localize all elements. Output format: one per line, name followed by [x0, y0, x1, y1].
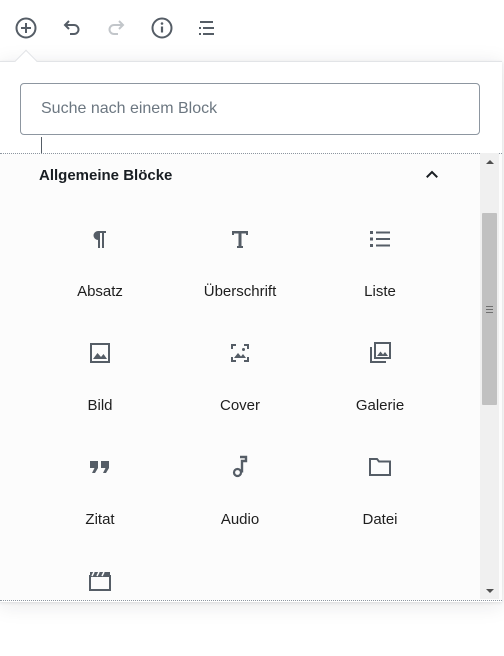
block-label: Datei [362, 511, 398, 528]
video-icon [88, 569, 112, 593]
add-block-button[interactable] [10, 12, 42, 44]
block-item-image[interactable]: Bild [30, 331, 170, 431]
block-list: Allgemeine Blöcke Absatz Überschrift Lis… [0, 153, 502, 601]
text-cursor-marker [41, 137, 42, 154]
block-item-gallery[interactable]: Galerie [310, 331, 450, 431]
undo-icon [59, 16, 83, 40]
list-icon [368, 227, 392, 251]
panel-title: Allgemeine Blöcke [39, 167, 173, 184]
editor-toolbar [0, 0, 504, 58]
block-item-paragraph[interactable]: Absatz [30, 217, 170, 317]
block-item-file[interactable]: Datei [310, 445, 450, 545]
info-icon [150, 16, 174, 40]
block-item-audio[interactable]: Audio [170, 445, 310, 545]
image-icon [88, 341, 112, 365]
chevron-up-icon[interactable] [421, 164, 443, 186]
panel-header-common-blocks[interactable]: Allgemeine Blöcke [20, 154, 470, 198]
block-label: Bild [87, 397, 113, 414]
undo-button[interactable] [55, 12, 87, 44]
scroll-up-arrow-icon[interactable] [480, 153, 499, 170]
file-icon [368, 455, 392, 479]
block-label: Zitat [85, 511, 115, 528]
block-label: Galerie [355, 397, 405, 414]
gallery-icon [368, 341, 392, 365]
block-label: Liste [364, 283, 396, 300]
block-label: Absatz [77, 283, 123, 300]
block-list-scrollbar[interactable] [480, 153, 499, 599]
block-navigation-button[interactable] [191, 12, 223, 44]
block-item-video[interactable] [30, 559, 170, 600]
block-search-input[interactable] [20, 83, 480, 135]
block-label: Audio [220, 511, 260, 528]
block-item-heading[interactable]: Überschrift [170, 217, 310, 317]
audio-icon [228, 455, 252, 479]
block-label: Cover [219, 397, 260, 414]
heading-icon [228, 227, 252, 251]
block-item-quote[interactable]: Zitat [30, 445, 170, 545]
scrollbar-thumb[interactable] [482, 213, 497, 405]
cover-icon [228, 341, 252, 365]
search-container [0, 62, 502, 154]
add-block-icon [14, 16, 38, 40]
block-item-cover[interactable]: Cover [170, 331, 310, 431]
block-navigation-icon [195, 16, 219, 40]
quote-icon [88, 455, 112, 479]
grip-icon [486, 305, 493, 313]
block-label: Überschrift [203, 283, 277, 300]
paragraph-icon [88, 227, 112, 251]
redo-icon [105, 16, 129, 40]
redo-button[interactable] [101, 12, 133, 44]
block-item-list[interactable]: Liste [310, 217, 450, 317]
scroll-down-arrow-icon[interactable] [480, 582, 499, 599]
info-button[interactable] [146, 12, 178, 44]
